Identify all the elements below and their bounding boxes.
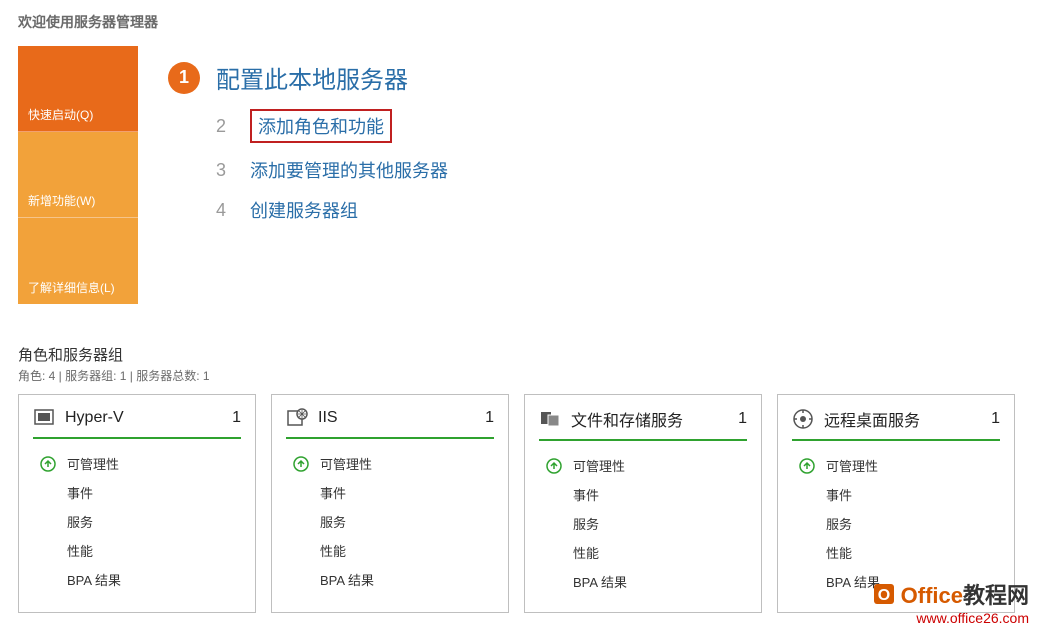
role-row-label: 可管理性 bbox=[320, 454, 372, 473]
role-separator bbox=[286, 437, 494, 439]
role-row-perf[interactable]: 性能 bbox=[286, 536, 494, 565]
role-name: 远程桌面服务 bbox=[824, 407, 981, 431]
role-separator bbox=[33, 437, 241, 439]
add-other-servers-link[interactable]: 添加要管理的其他服务器 bbox=[250, 157, 448, 183]
arrow-up-circle-icon bbox=[798, 457, 816, 475]
role-row-manage[interactable]: 可管理性 bbox=[792, 451, 1000, 480]
add-roles-features-link[interactable]: 添加角色和功能 bbox=[250, 109, 392, 143]
role-name: Hyper-V bbox=[65, 409, 222, 427]
configure-local-server-link[interactable]: 配置此本地服务器 bbox=[216, 60, 408, 95]
hyperv-icon bbox=[33, 407, 55, 429]
arrow-up-circle-icon bbox=[545, 457, 563, 475]
tab-learn-more[interactable]: 了解详细信息(L) bbox=[18, 218, 138, 304]
role-row-label: 可管理性 bbox=[573, 456, 625, 475]
role-row-events[interactable]: 事件 bbox=[792, 480, 1000, 509]
role-row-manage[interactable]: 可管理性 bbox=[33, 449, 241, 478]
role-row-perf[interactable]: 性能 bbox=[792, 538, 1000, 567]
roles-header: 角色和服务器组 角色: 4 | 服务器组: 1 | 服务器总数: 1 bbox=[18, 344, 1021, 384]
role-row-perf[interactable]: 性能 bbox=[33, 536, 241, 565]
role-card-hyperv[interactable]: Hyper-V 1 可管理性 事件 服务 性能 BPA 结果 bbox=[18, 394, 256, 613]
quickstart-section: 快速启动(Q) 新增功能(W) 了解详细信息(L) 1 配置此本地服务器 2 添… bbox=[18, 46, 1021, 304]
role-row-events[interactable]: 事件 bbox=[33, 478, 241, 507]
role-row-label: 可管理性 bbox=[826, 456, 878, 475]
tab-quick-start[interactable]: 快速启动(Q) bbox=[18, 46, 138, 132]
role-row-manage[interactable]: 可管理性 bbox=[286, 449, 494, 478]
step-number: 4 bbox=[208, 197, 234, 223]
step-number: 3 bbox=[208, 157, 234, 183]
roles-title: 角色和服务器组 bbox=[18, 344, 1021, 365]
watermark: O Office教程网 www.office26.com bbox=[871, 578, 1029, 626]
quickstart-step-2: 2 添加角色和功能 bbox=[208, 109, 991, 143]
quickstart-step-3: 3 添加要管理的其他服务器 bbox=[208, 157, 991, 183]
watermark-url: www.office26.com bbox=[871, 610, 1029, 626]
role-row-services[interactable]: 服务 bbox=[539, 509, 747, 538]
role-row-bpa[interactable]: BPA 结果 bbox=[33, 565, 241, 594]
role-row-services[interactable]: 服务 bbox=[33, 507, 241, 536]
remote-desktop-icon bbox=[792, 408, 814, 430]
svg-text:O: O bbox=[877, 587, 889, 604]
role-row-bpa[interactable]: BPA 结果 bbox=[286, 565, 494, 594]
role-count: 1 bbox=[991, 410, 1000, 428]
role-count: 1 bbox=[738, 410, 747, 428]
tab-whats-new[interactable]: 新增功能(W) bbox=[18, 132, 138, 218]
welcome-title: 欢迎使用服务器管理器 bbox=[18, 12, 1021, 32]
role-card-file-storage[interactable]: 文件和存储服务 1 可管理性 事件 服务 性能 BPA 结果 bbox=[524, 394, 762, 613]
role-name: 文件和存储服务 bbox=[571, 407, 728, 431]
role-row-manage[interactable]: 可管理性 bbox=[539, 451, 747, 480]
role-row-bpa[interactable]: BPA 结果 bbox=[539, 567, 747, 596]
role-row-events[interactable]: 事件 bbox=[539, 480, 747, 509]
arrow-up-circle-icon bbox=[292, 455, 310, 473]
office-logo-icon: O bbox=[871, 581, 897, 607]
role-row-events[interactable]: 事件 bbox=[286, 478, 494, 507]
role-row-perf[interactable]: 性能 bbox=[539, 538, 747, 567]
step-number-badge: 1 bbox=[168, 62, 200, 94]
role-separator bbox=[539, 439, 747, 441]
role-count: 1 bbox=[485, 409, 494, 427]
arrow-up-circle-icon bbox=[39, 455, 57, 473]
role-count: 1 bbox=[232, 409, 241, 427]
role-card-iis[interactable]: IIS 1 可管理性 事件 服务 性能 BPA 结果 bbox=[271, 394, 509, 613]
role-name: IIS bbox=[318, 409, 475, 427]
file-storage-icon bbox=[539, 408, 561, 430]
quickstart-step-4: 4 创建服务器组 bbox=[208, 197, 991, 223]
quickstart-primary: 1 配置此本地服务器 bbox=[168, 60, 991, 95]
quickstart-content: 1 配置此本地服务器 2 添加角色和功能 3 添加要管理的其他服务器 4 创建服… bbox=[138, 46, 1021, 304]
sidebar-tabs: 快速启动(Q) 新增功能(W) 了解详细信息(L) bbox=[18, 46, 138, 304]
role-separator bbox=[792, 439, 1000, 441]
role-row-services[interactable]: 服务 bbox=[792, 509, 1000, 538]
role-row-label: 可管理性 bbox=[67, 454, 119, 473]
roles-subtitle: 角色: 4 | 服务器组: 1 | 服务器总数: 1 bbox=[18, 367, 1021, 384]
step-number: 2 bbox=[208, 113, 234, 139]
role-row-services[interactable]: 服务 bbox=[286, 507, 494, 536]
iis-icon bbox=[286, 407, 308, 429]
create-server-group-link[interactable]: 创建服务器组 bbox=[250, 197, 358, 223]
